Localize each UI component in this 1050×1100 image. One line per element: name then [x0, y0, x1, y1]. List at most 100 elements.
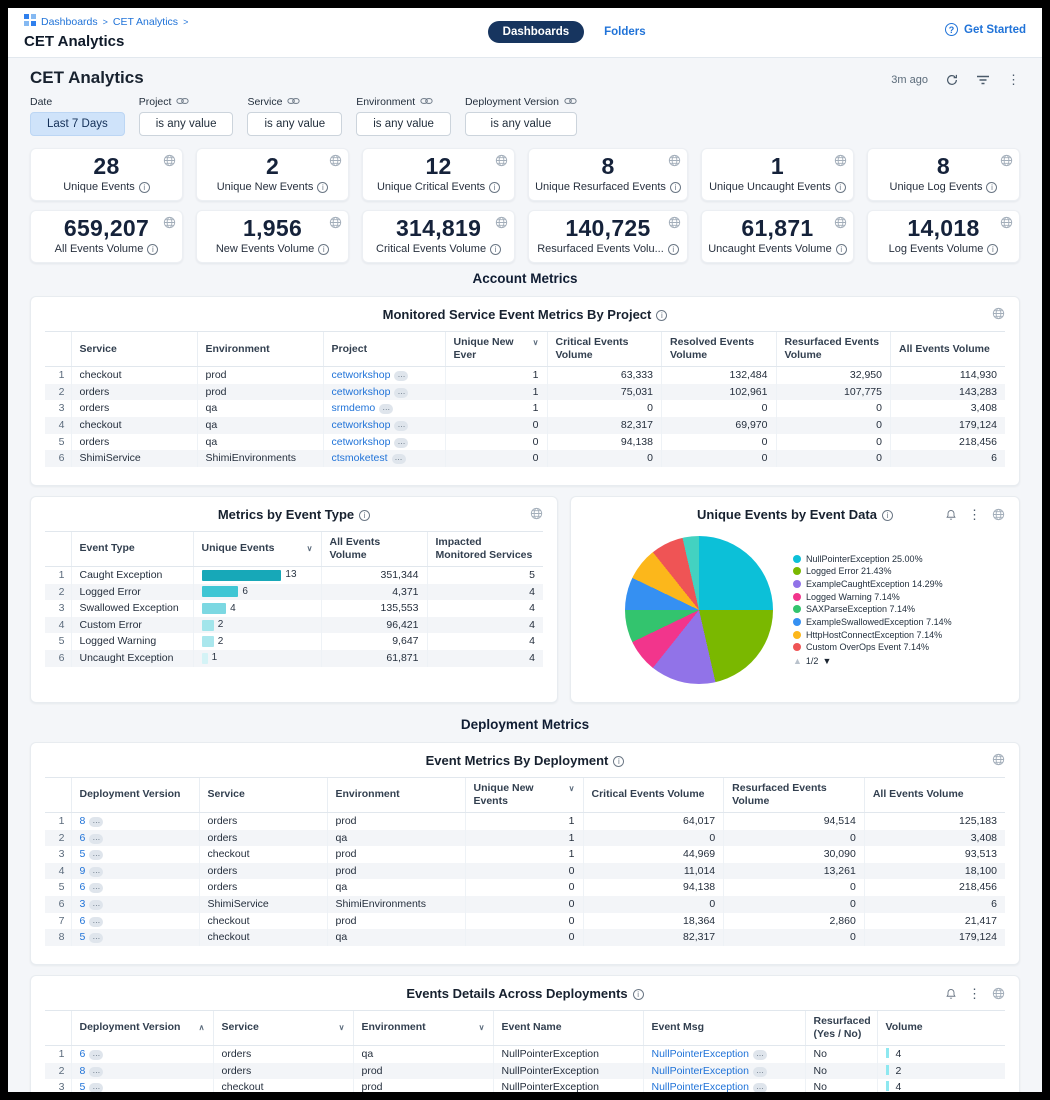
- cell-link[interactable]: 8: [80, 1065, 86, 1077]
- info-icon[interactable]: i: [987, 244, 998, 255]
- sort-desc-icon[interactable]: ∨: [569, 784, 575, 794]
- legend-item-saxparseexception[interactable]: SAXParseException 7.14%: [793, 604, 965, 616]
- more-options-icon[interactable]: …: [753, 1050, 767, 1060]
- table-row[interactable]: 76…checkoutprod018,3642,86021,417: [45, 913, 1005, 930]
- more-options-icon[interactable]: …: [89, 933, 103, 943]
- column-header-event-type[interactable]: Event Type: [71, 531, 193, 566]
- column-header-all-events-volume[interactable]: All Events Volume: [864, 777, 1005, 812]
- panel-menu-icon[interactable]: ⋮: [968, 507, 981, 523]
- table-row[interactable]: 35…checkoutprod144,96930,09093,513: [45, 846, 1005, 863]
- cell-link[interactable]: 5: [80, 848, 86, 860]
- sort-desc-icon[interactable]: ∨: [479, 1023, 485, 1033]
- info-icon[interactable]: i: [633, 989, 644, 1000]
- sort-asc-icon[interactable]: ∧: [199, 1023, 205, 1033]
- column-header-deployment-version[interactable]: ∧Deployment Version: [71, 1010, 213, 1045]
- table-row[interactable]: 35…checkoutprodNullPointerExceptionNullP…: [45, 1079, 1005, 1092]
- info-icon[interactable]: i: [318, 244, 329, 255]
- info-icon[interactable]: i: [139, 182, 150, 193]
- info-icon[interactable]: i: [656, 310, 667, 321]
- globe-icon[interactable]: [163, 154, 176, 172]
- legend-prev-icon[interactable]: ▲: [793, 656, 802, 666]
- cell-link[interactable]: cetworkshop: [332, 436, 391, 448]
- legend-item-logged-warning[interactable]: Logged Warning 7.14%: [793, 592, 965, 604]
- table-row[interactable]: 49…ordersprod011,01413,26118,100: [45, 863, 1005, 880]
- column-header-resolved-events-volume[interactable]: Resolved Events Volume: [662, 332, 777, 367]
- table-row[interactable]: 4Custom Error296,4214: [45, 617, 543, 634]
- info-icon[interactable]: i: [490, 244, 501, 255]
- cell-link[interactable]: ctsmoketest: [332, 452, 388, 464]
- column-header-critical-events-volume[interactable]: Critical Events Volume: [547, 332, 662, 367]
- info-icon[interactable]: i: [613, 756, 624, 767]
- table-row[interactable]: 26…ordersqa1003,408: [45, 830, 1005, 847]
- legend-item-httphostconnectexception[interactable]: HttpHostConnectException 7.14%: [793, 630, 965, 642]
- more-options-icon[interactable]: …: [753, 1067, 767, 1077]
- globe-icon[interactable]: [992, 987, 1005, 1000]
- globe-icon[interactable]: [329, 216, 342, 234]
- more-options-icon[interactable]: …: [89, 1050, 103, 1060]
- column-header-environment[interactable]: Environment: [197, 332, 323, 367]
- table-row[interactable]: 6ShimiServiceShimiEnvironmentsctsmoketes…: [45, 450, 1005, 467]
- cell-link[interactable]: 8: [80, 815, 86, 827]
- more-options-icon[interactable]: …: [89, 1083, 103, 1092]
- column-header-environment[interactable]: ∨Environment: [353, 1010, 493, 1045]
- tab-dashboards[interactable]: Dashboards: [488, 21, 584, 43]
- legend-item-logged-error[interactable]: Logged Error 21.43%: [793, 566, 965, 578]
- column-header-deployment-version[interactable]: Deployment Version: [71, 777, 199, 812]
- table-row[interactable]: 3Swallowed Exception4135,5534: [45, 600, 543, 617]
- cell-link[interactable]: NullPointerException: [652, 1065, 749, 1077]
- column-header-volume[interactable]: Volume: [877, 1010, 1005, 1045]
- globe-icon[interactable]: [992, 753, 1005, 766]
- more-options-icon[interactable]: …: [89, 900, 103, 910]
- table-row[interactable]: 5ordersqacetworkshop…094,13800218,456: [45, 434, 1005, 451]
- cell-link[interactable]: 6: [80, 832, 86, 844]
- sort-desc-icon[interactable]: ∨: [533, 338, 539, 348]
- sort-desc-icon[interactable]: ∨: [307, 544, 313, 554]
- globe-icon[interactable]: [1000, 216, 1013, 234]
- table-row[interactable]: 18…ordersprod164,01794,514125,183: [45, 813, 1005, 830]
- cell-link[interactable]: NullPointerException: [652, 1081, 749, 1092]
- globe-icon[interactable]: [668, 216, 681, 234]
- column-header-resurfaced-yes-no[interactable]: Resurfaced (Yes / No): [805, 1010, 877, 1045]
- info-icon[interactable]: i: [668, 244, 679, 255]
- info-icon[interactable]: i: [986, 182, 997, 193]
- table-row[interactable]: 63…ShimiServiceShimiEnvironments0006: [45, 896, 1005, 913]
- cell-link[interactable]: 6: [80, 1048, 86, 1060]
- cell-link[interactable]: 5: [80, 1081, 86, 1092]
- globe-icon[interactable]: [495, 216, 508, 234]
- globe-icon[interactable]: [1000, 154, 1013, 172]
- globe-icon[interactable]: [834, 216, 847, 234]
- info-icon[interactable]: i: [836, 244, 847, 255]
- cell-link[interactable]: 3: [80, 898, 86, 910]
- info-icon[interactable]: i: [882, 510, 893, 521]
- globe-icon[interactable]: [992, 508, 1005, 521]
- column-header-impacted-monitored-services[interactable]: Impacted Monitored Services: [427, 531, 543, 566]
- more-options-icon[interactable]: …: [89, 917, 103, 927]
- more-options-icon[interactable]: …: [89, 883, 103, 893]
- column-header-service[interactable]: Service: [199, 777, 327, 812]
- legend-item-exampleswallowedexception[interactable]: ExampleSwallowedException 7.14%: [793, 617, 965, 629]
- table-row[interactable]: 85…checkoutqa082,3170179,124: [45, 929, 1005, 946]
- column-header-event-msg[interactable]: Event Msg: [643, 1010, 805, 1045]
- info-icon[interactable]: i: [317, 182, 328, 193]
- more-options-icon[interactable]: …: [394, 388, 408, 398]
- info-icon[interactable]: i: [359, 510, 370, 521]
- globe-icon[interactable]: [495, 154, 508, 172]
- info-icon[interactable]: i: [489, 182, 500, 193]
- more-options-icon[interactable]: …: [89, 1067, 103, 1077]
- table-row[interactable]: 1Caught Exception13351,3445: [45, 567, 543, 584]
- info-icon[interactable]: i: [147, 244, 158, 255]
- column-header-service[interactable]: Service: [71, 332, 197, 367]
- sort-desc-icon[interactable]: ∨: [339, 1023, 345, 1033]
- table-row[interactable]: 2Logged Error64,3714: [45, 584, 543, 601]
- breadcrumb-dashboards[interactable]: Dashboards: [41, 16, 98, 28]
- globe-icon[interactable]: [163, 216, 176, 234]
- column-header-resurfaced-events-volume[interactable]: Resurfaced Events Volume: [776, 332, 891, 367]
- legend-item-examplecaughtexception[interactable]: ExampleCaughtException 14.29%: [793, 579, 965, 591]
- filter-value-project[interactable]: is any value: [139, 112, 234, 136]
- table-row[interactable]: 5Logged Warning29,6474: [45, 633, 543, 650]
- globe-icon[interactable]: [329, 154, 342, 172]
- more-options-icon[interactable]: …: [394, 371, 408, 381]
- info-icon[interactable]: i: [670, 182, 681, 193]
- more-options-icon[interactable]: …: [392, 454, 406, 464]
- pie-chart[interactable]: [625, 536, 773, 684]
